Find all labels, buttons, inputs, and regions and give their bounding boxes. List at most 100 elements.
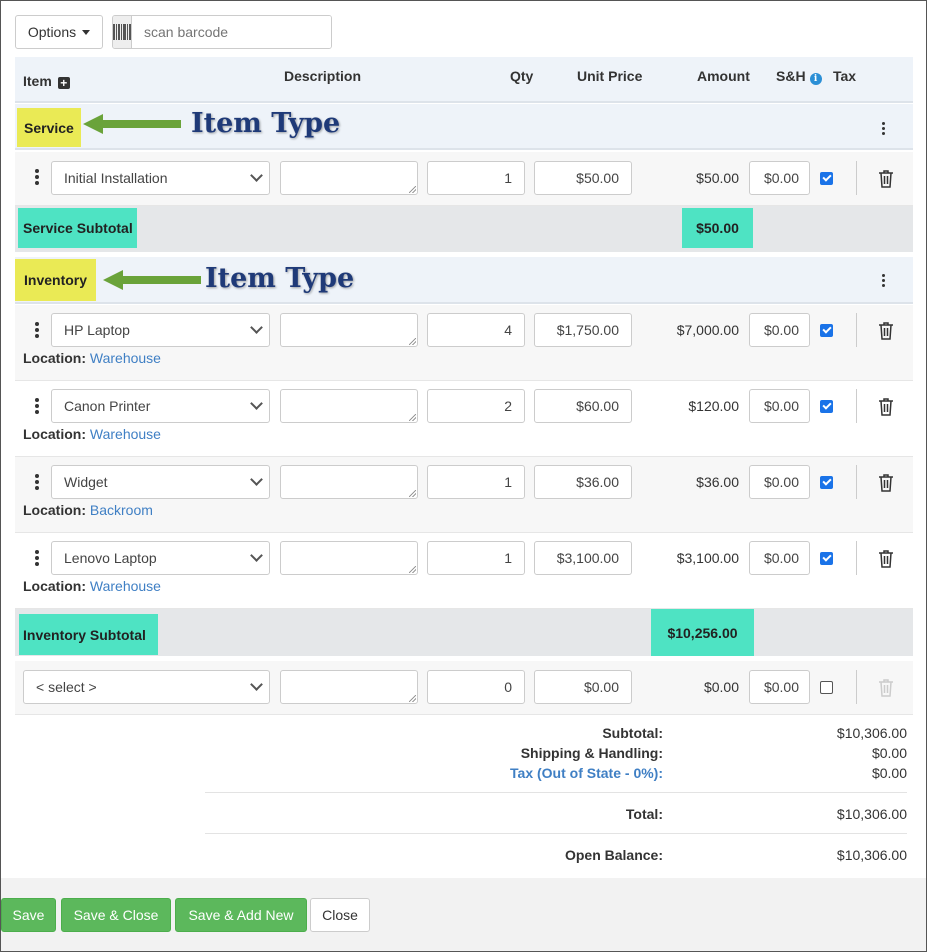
tax-checkbox[interactable] xyxy=(820,400,833,413)
item-select[interactable]: Canon Printer xyxy=(51,389,270,423)
description-input[interactable] xyxy=(280,161,418,195)
location-link[interactable]: Warehouse xyxy=(90,350,161,366)
subtotal-label: Subtotal: xyxy=(602,725,663,741)
row-drag-icon[interactable] xyxy=(35,550,39,566)
trash-icon[interactable] xyxy=(878,474,894,492)
row-drag-icon[interactable] xyxy=(35,322,39,338)
sh-input[interactable]: $0.00 xyxy=(749,313,810,347)
chevron-down-icon xyxy=(250,321,263,334)
location-line: Location: Backroom xyxy=(23,502,153,518)
line-item-row: Lenovo Laptop 1 $3,100.00 $3,100.00 $0.0… xyxy=(15,533,913,609)
annotation-item-type: Item Type xyxy=(205,263,355,294)
item-select[interactable]: Widget xyxy=(51,465,270,499)
total-label: Total: xyxy=(625,806,663,822)
divider xyxy=(856,541,857,575)
add-item-icon[interactable]: + xyxy=(57,77,70,89)
group-subtotal-service: Service Subtotal $50.00 xyxy=(15,206,913,252)
qty-input[interactable]: 1 xyxy=(427,465,525,499)
amount-value: $0.00 xyxy=(703,679,739,695)
trash-icon[interactable] xyxy=(878,170,894,188)
tax-checkbox[interactable] xyxy=(820,552,833,565)
description-input[interactable] xyxy=(280,541,418,575)
row-drag-icon[interactable] xyxy=(35,169,39,185)
divider xyxy=(856,670,857,704)
save-button[interactable]: Save xyxy=(1,898,56,932)
item-select[interactable]: Lenovo Laptop xyxy=(51,541,270,575)
description-input[interactable] xyxy=(280,465,418,499)
scan-barcode-group xyxy=(112,15,332,49)
tax-checkbox[interactable] xyxy=(820,681,833,694)
line-item-row: Canon Printer 2 $60.00 $120.00 $0.00 Loc… xyxy=(15,381,913,457)
items-table-header: Item + Description Qty Unit Price Amount … xyxy=(15,57,913,103)
sh-input[interactable]: $0.00 xyxy=(749,161,810,195)
group-menu-icon[interactable] xyxy=(882,274,886,287)
line-item-row: Widget 1 $36.00 $36.00 $0.00 Location: B… xyxy=(15,457,913,533)
item-select[interactable]: Initial Installation xyxy=(51,161,270,195)
info-icon[interactable]: i xyxy=(809,73,822,85)
divider xyxy=(856,465,857,499)
location-link[interactable]: Warehouse xyxy=(90,426,161,442)
trash-icon[interactable] xyxy=(878,322,894,340)
item-select[interactable]: HP Laptop xyxy=(51,313,270,347)
sh-input[interactable]: $0.00 xyxy=(749,541,810,575)
new-line-item-row: < select > 0 $0.00 $0.00 $0.00 xyxy=(15,661,913,715)
sh-input[interactable]: $0.00 xyxy=(749,389,810,423)
location-line: Location: Warehouse xyxy=(23,578,161,594)
save-add-new-button[interactable]: Save & Add New xyxy=(175,898,307,932)
shipping-value: $0.00 xyxy=(871,745,907,761)
trash-icon[interactable] xyxy=(878,398,894,416)
unit-price-input[interactable]: $36.00 xyxy=(534,465,632,499)
group-label-inventory: Inventory xyxy=(15,259,97,301)
tax-link[interactable]: Tax (Out of State - 0%): xyxy=(263,765,663,781)
subtotal-label: Inventory Subtotal xyxy=(19,614,158,655)
description-input[interactable] xyxy=(280,670,418,704)
open-balance-value: $10,306.00 xyxy=(836,847,907,863)
divider xyxy=(205,792,907,793)
divider xyxy=(856,313,857,347)
chevron-down-icon xyxy=(250,397,263,410)
tax-checkbox[interactable] xyxy=(820,476,833,489)
tax-checkbox[interactable] xyxy=(820,172,833,185)
close-button[interactable]: Close xyxy=(310,898,370,932)
qty-input[interactable]: 0 xyxy=(427,670,525,704)
location-link[interactable]: Warehouse xyxy=(90,578,161,594)
group-menu-icon[interactable] xyxy=(882,122,886,135)
group-header-service: Service Item Type xyxy=(15,104,913,150)
trash-icon xyxy=(879,679,893,697)
save-close-button[interactable]: Save & Close xyxy=(61,898,171,932)
qty-input[interactable]: 2 xyxy=(427,389,525,423)
arrow-left-icon xyxy=(103,270,201,290)
amount-value: $120.00 xyxy=(688,398,739,414)
sh-input[interactable]: $0.00 xyxy=(749,465,810,499)
amount-value: $3,100.00 xyxy=(676,550,739,566)
column-amount: Amount xyxy=(697,68,750,84)
description-input[interactable] xyxy=(280,313,418,347)
tax-checkbox[interactable] xyxy=(820,324,833,337)
row-drag-icon[interactable] xyxy=(35,398,39,414)
unit-price-input[interactable]: $3,100.00 xyxy=(534,541,632,575)
unit-price-input[interactable]: $50.00 xyxy=(534,161,632,195)
subtotal-label: Service Subtotal xyxy=(18,208,137,248)
spacer xyxy=(15,715,175,880)
row-drag-icon[interactable] xyxy=(35,474,39,490)
totals-panel: Subtotal: $10,306.00 Shipping & Handling… xyxy=(175,715,920,880)
qty-input[interactable]: 1 xyxy=(427,161,525,195)
subtotal-value: $50.00 xyxy=(682,208,753,248)
qty-input[interactable]: 4 xyxy=(427,313,525,347)
caret-down-icon xyxy=(82,29,91,35)
item-select[interactable]: < select > xyxy=(23,670,270,704)
unit-price-input[interactable]: $1,750.00 xyxy=(534,313,632,347)
scan-barcode-input[interactable] xyxy=(132,16,331,48)
column-item: Item + xyxy=(23,73,70,89)
trash-icon[interactable] xyxy=(878,550,894,568)
subtotal-value: $10,306.00 xyxy=(836,725,907,741)
options-button[interactable]: Options xyxy=(15,15,103,49)
qty-input[interactable]: 1 xyxy=(427,541,525,575)
description-input[interactable] xyxy=(280,389,418,423)
sh-input[interactable]: $0.00 xyxy=(749,670,810,704)
unit-price-input[interactable]: $60.00 xyxy=(534,389,632,423)
annotation-item-type: Item Type xyxy=(191,108,341,139)
unit-price-input[interactable]: $0.00 xyxy=(534,670,632,704)
open-balance-label: Open Balance: xyxy=(564,847,663,863)
location-link[interactable]: Backroom xyxy=(90,502,153,518)
